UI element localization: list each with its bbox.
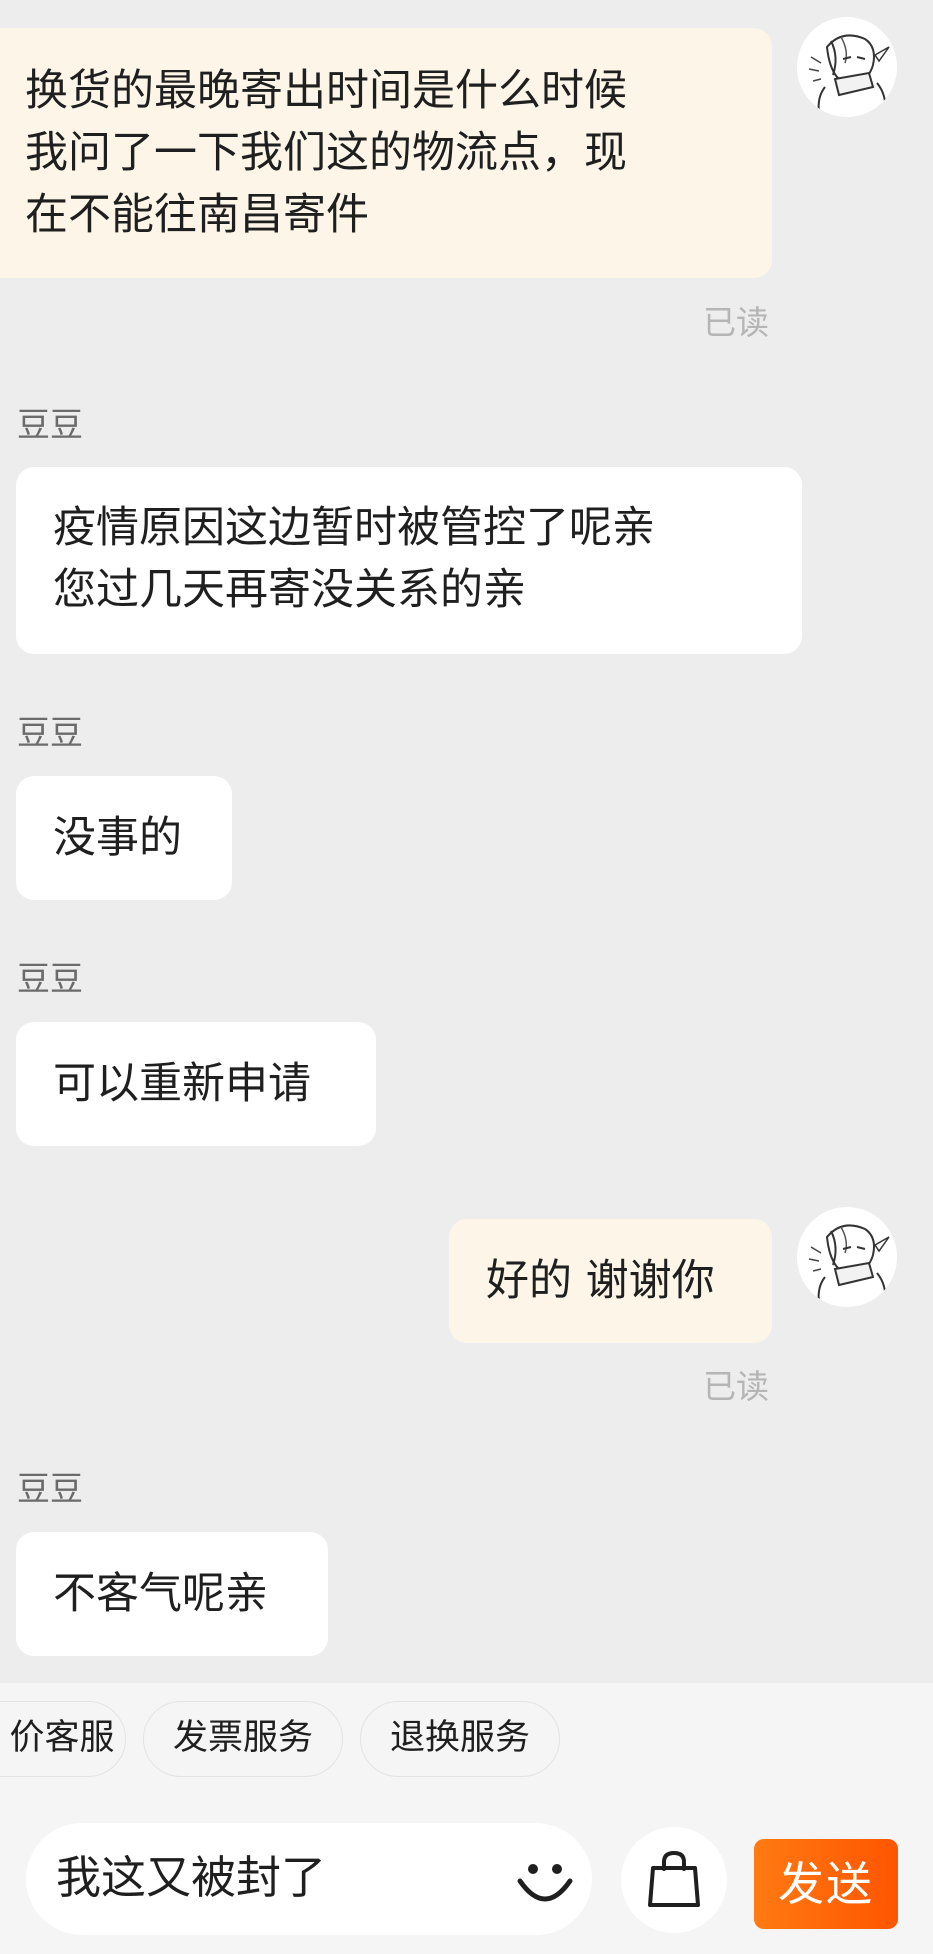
- read-status: 已读: [703, 303, 769, 342]
- their-message-bubble[interactable]: 可以重新申请: [16, 1022, 376, 1146]
- quick-action-bar: 价客服 发票服务 退换服务: [0, 1683, 933, 1787]
- read-status: 已读: [703, 1367, 769, 1406]
- quick-action-chip-price-service[interactable]: 价客服: [0, 1701, 126, 1777]
- sketch-avatar-icon: [797, 17, 897, 117]
- user-avatar[interactable]: [797, 1207, 897, 1307]
- sketch-avatar-icon: [797, 1207, 897, 1307]
- their-message-bubble[interactable]: 疫情原因这边暂时被管控了呢亲 您过几天再寄没关系的亲: [16, 467, 802, 654]
- send-button[interactable]: 发送: [754, 1839, 898, 1929]
- shopping-bag-icon: [648, 1850, 700, 1907]
- message-input[interactable]: 我这又被封了: [26, 1823, 592, 1935]
- message-input-bar: 我这又被封了 发送: [0, 1787, 933, 1954]
- quick-action-chip-return-exchange-service[interactable]: 退换服务: [360, 1701, 560, 1777]
- sender-name: 豆豆: [17, 405, 83, 444]
- their-message-bubble[interactable]: 没事的: [16, 776, 232, 900]
- user-avatar[interactable]: [797, 17, 897, 117]
- sender-name: 豆豆: [17, 959, 83, 998]
- my-message-bubble[interactable]: 好的 谢谢你: [449, 1219, 772, 1343]
- sender-name: 豆豆: [17, 1469, 83, 1508]
- shop-button[interactable]: [621, 1827, 727, 1933]
- my-message-bubble[interactable]: 换货的最晚寄出时间是什么时候 我问了一下我们这的物流点，现 在不能往南昌寄件: [0, 28, 772, 278]
- chat-message-list[interactable]: 换货的最晚寄出时间是什么时候 我问了一下我们这的物流点，现 在不能往南昌寄件 已…: [0, 0, 933, 1683]
- message-input-text: 我这又被封了: [56, 1851, 327, 1904]
- smile-icon[interactable]: [510, 1845, 580, 1915]
- their-message-bubble[interactable]: 不客气呢亲: [16, 1532, 328, 1656]
- sender-name: 豆豆: [17, 713, 83, 752]
- quick-action-chip-invoice-service[interactable]: 发票服务: [143, 1701, 343, 1777]
